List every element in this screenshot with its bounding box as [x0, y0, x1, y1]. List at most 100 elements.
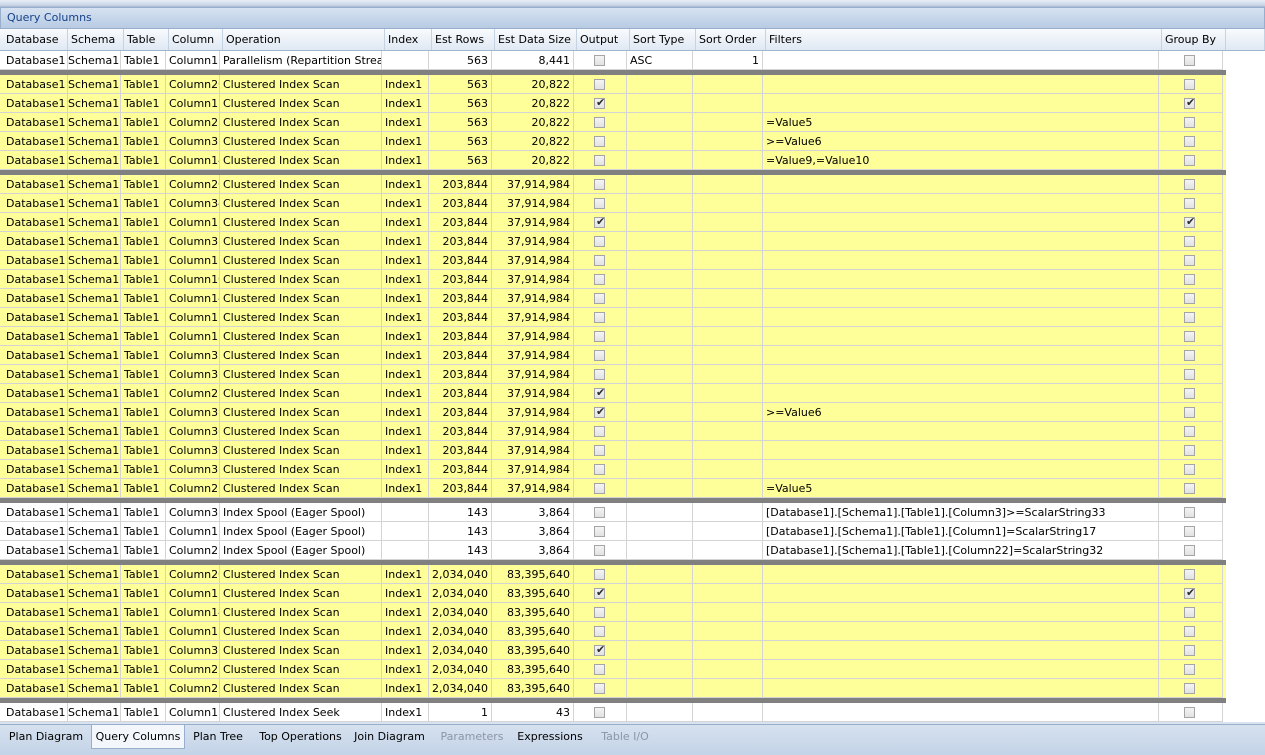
group-by-checkbox[interactable]	[1184, 407, 1195, 418]
table-row[interactable]: Database1 Schema1 Table1 Column22 Clustered …	[0, 679, 1226, 698]
output-checkbox[interactable]	[594, 683, 605, 694]
output-checkbox[interactable]	[594, 426, 605, 437]
group-by-checkbox[interactable]	[1184, 645, 1195, 656]
tab-plan-diagram[interactable]: Plan Diagram	[4, 725, 88, 749]
table-row[interactable]: Database1 Schema1 Table1 Column20 Clustered …	[0, 75, 1226, 94]
tab-join-diagram[interactable]: Join Diagram	[351, 725, 428, 749]
output-checkbox[interactable]	[594, 707, 605, 718]
column-header-output[interactable]: Output	[577, 29, 630, 50]
table-row[interactable]: Database1 Schema1 Table1 Column1 Clustered I…	[0, 584, 1226, 603]
table-row[interactable]: Database1 Schema1 Table1 Column1 Clustered I…	[0, 213, 1226, 232]
group-by-checkbox[interactable]: ✔	[1184, 96, 1195, 109]
table-row[interactable]: Database1 Schema1 Table1 Column1 Clustered I…	[0, 94, 1226, 113]
table-row[interactable]: Database1 Schema1 Table1 Column13 Clustered …	[0, 327, 1226, 346]
column-header-est-data-size[interactable]: Est Data Size	[495, 29, 577, 50]
table-row[interactable]: Database1 Schema1 Table1 Column35 Clustered …	[0, 460, 1226, 479]
table-row[interactable]: Database1 Schema1 Table1 Column2 Clustered I…	[0, 384, 1226, 403]
table-row[interactable]: Database1 Schema1 Table1 Column14 Clustered …	[0, 603, 1226, 622]
group-by-checkbox[interactable]	[1184, 607, 1195, 618]
group-by-checkbox[interactable]	[1184, 483, 1195, 494]
output-checkbox[interactable]	[594, 236, 605, 247]
output-checkbox[interactable]: ✔	[594, 215, 605, 228]
table-row[interactable]: Database1 Schema1 Table1 Column22 Clustered …	[0, 479, 1226, 498]
table-row[interactable]: Database1 Schema1 Table1 Column11 Clustered …	[0, 251, 1226, 270]
output-checkbox[interactable]	[594, 117, 605, 128]
output-checkbox[interactable]	[594, 274, 605, 285]
output-checkbox[interactable]	[594, 79, 605, 90]
table-row[interactable]: Database1 Schema1 Table1 Column34 Clustered …	[0, 194, 1226, 213]
table-row[interactable]: Database1 Schema1 Table1 Column20 Clustered …	[0, 565, 1226, 584]
group-by-checkbox[interactable]	[1184, 136, 1195, 147]
table-row[interactable]: Database1 Schema1 Table1 Column14 Clustered …	[0, 289, 1226, 308]
output-checkbox[interactable]: ✔	[594, 405, 605, 418]
group-by-checkbox[interactable]	[1184, 569, 1195, 580]
table-row[interactable]: Database1 Schema1 Table1 Column37 Clustered …	[0, 441, 1226, 460]
table-row[interactable]: Database1 Schema1 Table1 Column33 Clustered …	[0, 365, 1226, 384]
group-by-checkbox[interactable]	[1184, 55, 1195, 66]
output-checkbox[interactable]	[594, 569, 605, 580]
group-by-checkbox[interactable]	[1184, 179, 1195, 190]
column-header-operation[interactable]: Operation	[223, 29, 385, 50]
output-checkbox[interactable]	[594, 155, 605, 166]
group-by-checkbox[interactable]	[1184, 331, 1195, 342]
group-by-checkbox[interactable]	[1184, 388, 1195, 399]
output-checkbox[interactable]	[594, 445, 605, 456]
group-by-checkbox[interactable]	[1184, 312, 1195, 323]
group-by-checkbox[interactable]: ✔	[1184, 215, 1195, 228]
table-row[interactable]: Database1 Schema1 Table1 Column23 Clustered …	[0, 660, 1226, 679]
group-by-checkbox[interactable]	[1184, 274, 1195, 285]
group-by-checkbox[interactable]	[1184, 526, 1195, 537]
group-by-checkbox[interactable]	[1184, 464, 1195, 475]
column-header-database[interactable]: Database	[3, 29, 68, 50]
table-row[interactable]: Database1 Schema1 Table1 Column36 Clustered …	[0, 422, 1226, 441]
table-row[interactable]: Database1 Schema1 Table1 Column1 Parallelism…	[0, 51, 1226, 70]
output-checkbox[interactable]	[594, 55, 605, 66]
group-by-checkbox[interactable]	[1184, 445, 1195, 456]
table-row[interactable]: Database1 Schema1 Table1 Column14 Clustered …	[0, 151, 1226, 170]
output-checkbox[interactable]	[594, 136, 605, 147]
output-checkbox[interactable]: ✔	[594, 586, 605, 599]
table-row[interactable]: Database1 Schema1 Table1 Column15 Clustered …	[0, 622, 1226, 641]
column-header-sort-type[interactable]: Sort Type	[630, 29, 696, 50]
column-header-group-by[interactable]: Group By	[1162, 29, 1226, 50]
query-columns-grid[interactable]: Database Schema Table Column Operation Index E…	[0, 29, 1265, 722]
table-row[interactable]: Database1 Schema1 Table1 Column15 Clustered …	[0, 308, 1226, 327]
column-header-filters[interactable]: Filters	[766, 29, 1162, 50]
output-checkbox[interactable]	[594, 626, 605, 637]
table-row[interactable]: Database1 Schema1 Table1 Column31 Clustered …	[0, 232, 1226, 251]
tab-expressions[interactable]: Expressions	[512, 725, 588, 749]
group-by-checkbox[interactable]	[1184, 707, 1195, 718]
group-by-checkbox[interactable]	[1184, 626, 1195, 637]
output-checkbox[interactable]	[594, 255, 605, 266]
output-checkbox[interactable]	[594, 312, 605, 323]
output-checkbox[interactable]	[594, 545, 605, 556]
column-header-schema[interactable]: Schema	[68, 29, 124, 50]
column-header-est-rows[interactable]: Est Rows	[432, 29, 495, 50]
group-by-checkbox[interactable]	[1184, 293, 1195, 304]
output-checkbox[interactable]: ✔	[594, 643, 605, 656]
table-row[interactable]: Database1 Schema1 Table1 Column3 Clustered I…	[0, 641, 1226, 660]
group-by-checkbox[interactable]	[1184, 198, 1195, 209]
table-row[interactable]: Database1 Schema1 Table1 Column11 Clustered …	[0, 703, 1226, 722]
column-header-table[interactable]: Table	[124, 29, 169, 50]
table-row[interactable]: Database1 Schema1 Table1 Column10 Clustered …	[0, 270, 1226, 289]
group-by-checkbox[interactable]	[1184, 117, 1195, 128]
output-checkbox[interactable]	[594, 464, 605, 475]
group-by-checkbox[interactable]	[1184, 426, 1195, 437]
group-by-checkbox[interactable]	[1184, 507, 1195, 518]
group-by-checkbox[interactable]	[1184, 350, 1195, 361]
output-checkbox[interactable]	[594, 526, 605, 537]
table-row[interactable]: Database1 Schema1 Table1 Column22 Clustered …	[0, 113, 1226, 132]
output-checkbox[interactable]	[594, 293, 605, 304]
tab-plan-tree[interactable]: Plan Tree	[186, 725, 250, 749]
output-checkbox[interactable]: ✔	[594, 386, 605, 399]
table-row[interactable]: Database1 Schema1 Table1 Column3 Clustered I…	[0, 132, 1226, 151]
output-checkbox[interactable]: ✔	[594, 96, 605, 109]
column-header-index[interactable]: Index	[385, 29, 432, 50]
output-checkbox[interactable]	[594, 350, 605, 361]
output-checkbox[interactable]	[594, 664, 605, 675]
table-row[interactable]: Database1 Schema1 Table1 Column3 Index Spool…	[0, 503, 1226, 522]
table-row[interactable]: Database1 Schema1 Table1 Column22 Index Spoo…	[0, 541, 1226, 560]
table-row[interactable]: Database1 Schema1 Table1 Column1 Index Spool…	[0, 522, 1226, 541]
output-checkbox[interactable]	[594, 483, 605, 494]
